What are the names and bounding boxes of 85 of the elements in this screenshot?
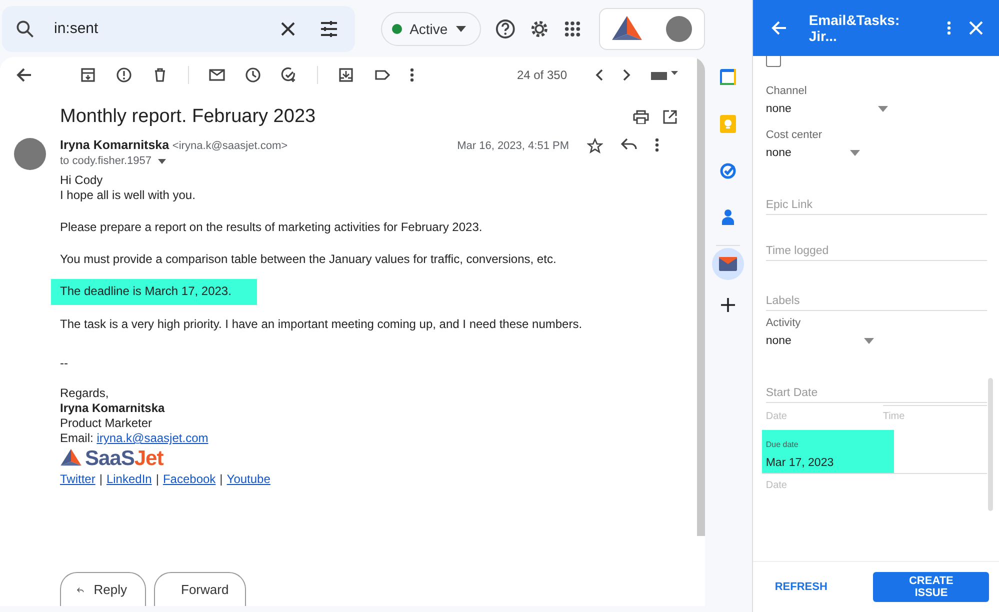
signature-separator: -- bbox=[60, 356, 69, 371]
create-issue-button[interactable]: CREATE ISSUE bbox=[873, 572, 989, 602]
email-subject: Monthly report. February 2023 bbox=[60, 106, 317, 128]
email-date: Mar 16, 2023, 4:51 PM bbox=[457, 140, 569, 152]
link-separator: | bbox=[156, 472, 159, 487]
star-icon[interactable] bbox=[587, 138, 603, 154]
social-link[interactable]: Facebook bbox=[162, 472, 216, 487]
filter-sliders-icon[interactable] bbox=[318, 20, 339, 38]
report-spam-icon[interactable] bbox=[116, 67, 132, 83]
account-card[interactable] bbox=[599, 8, 706, 50]
social-link[interactable]: LinkedIn bbox=[106, 472, 152, 487]
open-in-new-window-icon[interactable] bbox=[663, 110, 677, 124]
email-paragraph: The task is a very high priority. I have an important meeting coming up, and I need these numbers. bbox=[60, 317, 582, 332]
triangle-logo-icon bbox=[60, 449, 82, 467]
field-label: Cost center bbox=[766, 129, 824, 141]
social-link[interactable]: Youtube bbox=[226, 472, 270, 487]
caret-icon bbox=[850, 150, 860, 156]
archive-icon[interactable] bbox=[80, 67, 96, 83]
panel-title: Email&Tasks: Jir... bbox=[808, 12, 901, 44]
trash-icon[interactable] bbox=[152, 67, 168, 83]
signature-closing: Regards, bbox=[60, 386, 110, 401]
apps-grid-icon[interactable] bbox=[564, 20, 582, 38]
avatar-icon[interactable] bbox=[666, 16, 692, 42]
email-paragraph: Please prepare a report on the results of marketing activities for February 2023. bbox=[60, 220, 482, 235]
more-vertical-icon[interactable] bbox=[947, 21, 951, 35]
email-paragraph: Hi Cody I hope all is well with you. bbox=[60, 173, 196, 203]
message-counter: 24 of 350 bbox=[516, 68, 567, 82]
email-link[interactable]: iryna.k@saasjet.com bbox=[96, 431, 208, 445]
calendar-icon[interactable] bbox=[720, 69, 736, 85]
envelope-icon bbox=[719, 257, 738, 271]
chevron-left-icon[interactable] bbox=[595, 69, 603, 81]
field-hint: Time bbox=[882, 411, 905, 422]
sender-email: <iryna.k@saasjet.com> bbox=[172, 140, 288, 152]
email-paragraph: You must provide a comparison table between the January values for traffic, conversions, etc. bbox=[60, 252, 556, 267]
chevron-right-icon[interactable] bbox=[623, 69, 631, 81]
back-arrow-icon[interactable] bbox=[16, 67, 32, 83]
avatar-icon bbox=[14, 138, 46, 170]
caret-icon bbox=[864, 338, 874, 344]
reply-arrow-icon[interactable] bbox=[621, 138, 637, 150]
highlighted-paragraph: The deadline is March 17, 2023. bbox=[51, 279, 258, 305]
search-field[interactable]: in:sent bbox=[2, 6, 355, 52]
label-icon[interactable] bbox=[374, 67, 390, 83]
sender-name: Iryna Komarnitska bbox=[60, 138, 170, 152]
social-link[interactable]: Twitter bbox=[60, 472, 96, 487]
field-hint: Date bbox=[766, 480, 788, 491]
caret-icon bbox=[456, 26, 466, 32]
move-to-inbox-icon[interactable] bbox=[338, 67, 354, 83]
add-task-icon[interactable] bbox=[281, 67, 297, 83]
signature-title: Product Marketer bbox=[60, 416, 154, 431]
field-label: Channel bbox=[766, 85, 808, 97]
refresh-button[interactable]: REFRESH bbox=[752, 572, 850, 602]
select-dropdown[interactable]: none bbox=[766, 147, 860, 159]
mail-addon-button[interactable] bbox=[712, 248, 744, 280]
link-separator: | bbox=[220, 472, 223, 487]
person-icon[interactable] bbox=[722, 209, 734, 225]
search-query: in:sent bbox=[54, 20, 100, 37]
close-icon[interactable] bbox=[278, 20, 297, 38]
clock-icon[interactable] bbox=[245, 67, 261, 83]
checkbox[interactable] bbox=[766, 56, 781, 67]
recipient-details-toggle[interactable]: to cody.fisher.1957 bbox=[60, 155, 152, 167]
plus-icon[interactable] bbox=[721, 298, 736, 312]
more-vertical-icon[interactable] bbox=[655, 138, 659, 152]
forward-button[interactable]: Forward bbox=[154, 572, 246, 606]
more-vertical-icon[interactable] bbox=[410, 68, 414, 82]
email-label: Email: bbox=[60, 431, 94, 445]
caret-icon[interactable] bbox=[158, 158, 166, 164]
field-hint: Date bbox=[766, 411, 787, 422]
status-dropdown[interactable]: Active bbox=[380, 12, 481, 46]
reply-button[interactable]: Reply bbox=[60, 572, 146, 606]
triangle-logo-icon bbox=[612, 16, 642, 42]
select-dropdown[interactable]: none bbox=[766, 103, 888, 115]
date-input-field[interactable]: Due date Mar 17, 2023 bbox=[762, 430, 987, 474]
field-label: Activity bbox=[766, 317, 802, 329]
signature-name: Iryna Komarnitska bbox=[60, 401, 166, 416]
task-check-icon[interactable] bbox=[720, 163, 736, 179]
keyboard-icon[interactable] bbox=[651, 70, 679, 80]
select-dropdown[interactable]: none bbox=[766, 335, 874, 347]
scrollbar[interactable] bbox=[697, 57, 705, 536]
link-separator: | bbox=[99, 472, 102, 487]
help-icon[interactable] bbox=[494, 18, 516, 40]
logo-wordmark: SaaSJet bbox=[85, 450, 164, 466]
caret-icon bbox=[878, 106, 888, 112]
envelope-icon[interactable] bbox=[209, 67, 225, 83]
scrollbar[interactable] bbox=[988, 378, 993, 511]
print-icon[interactable] bbox=[633, 110, 649, 124]
